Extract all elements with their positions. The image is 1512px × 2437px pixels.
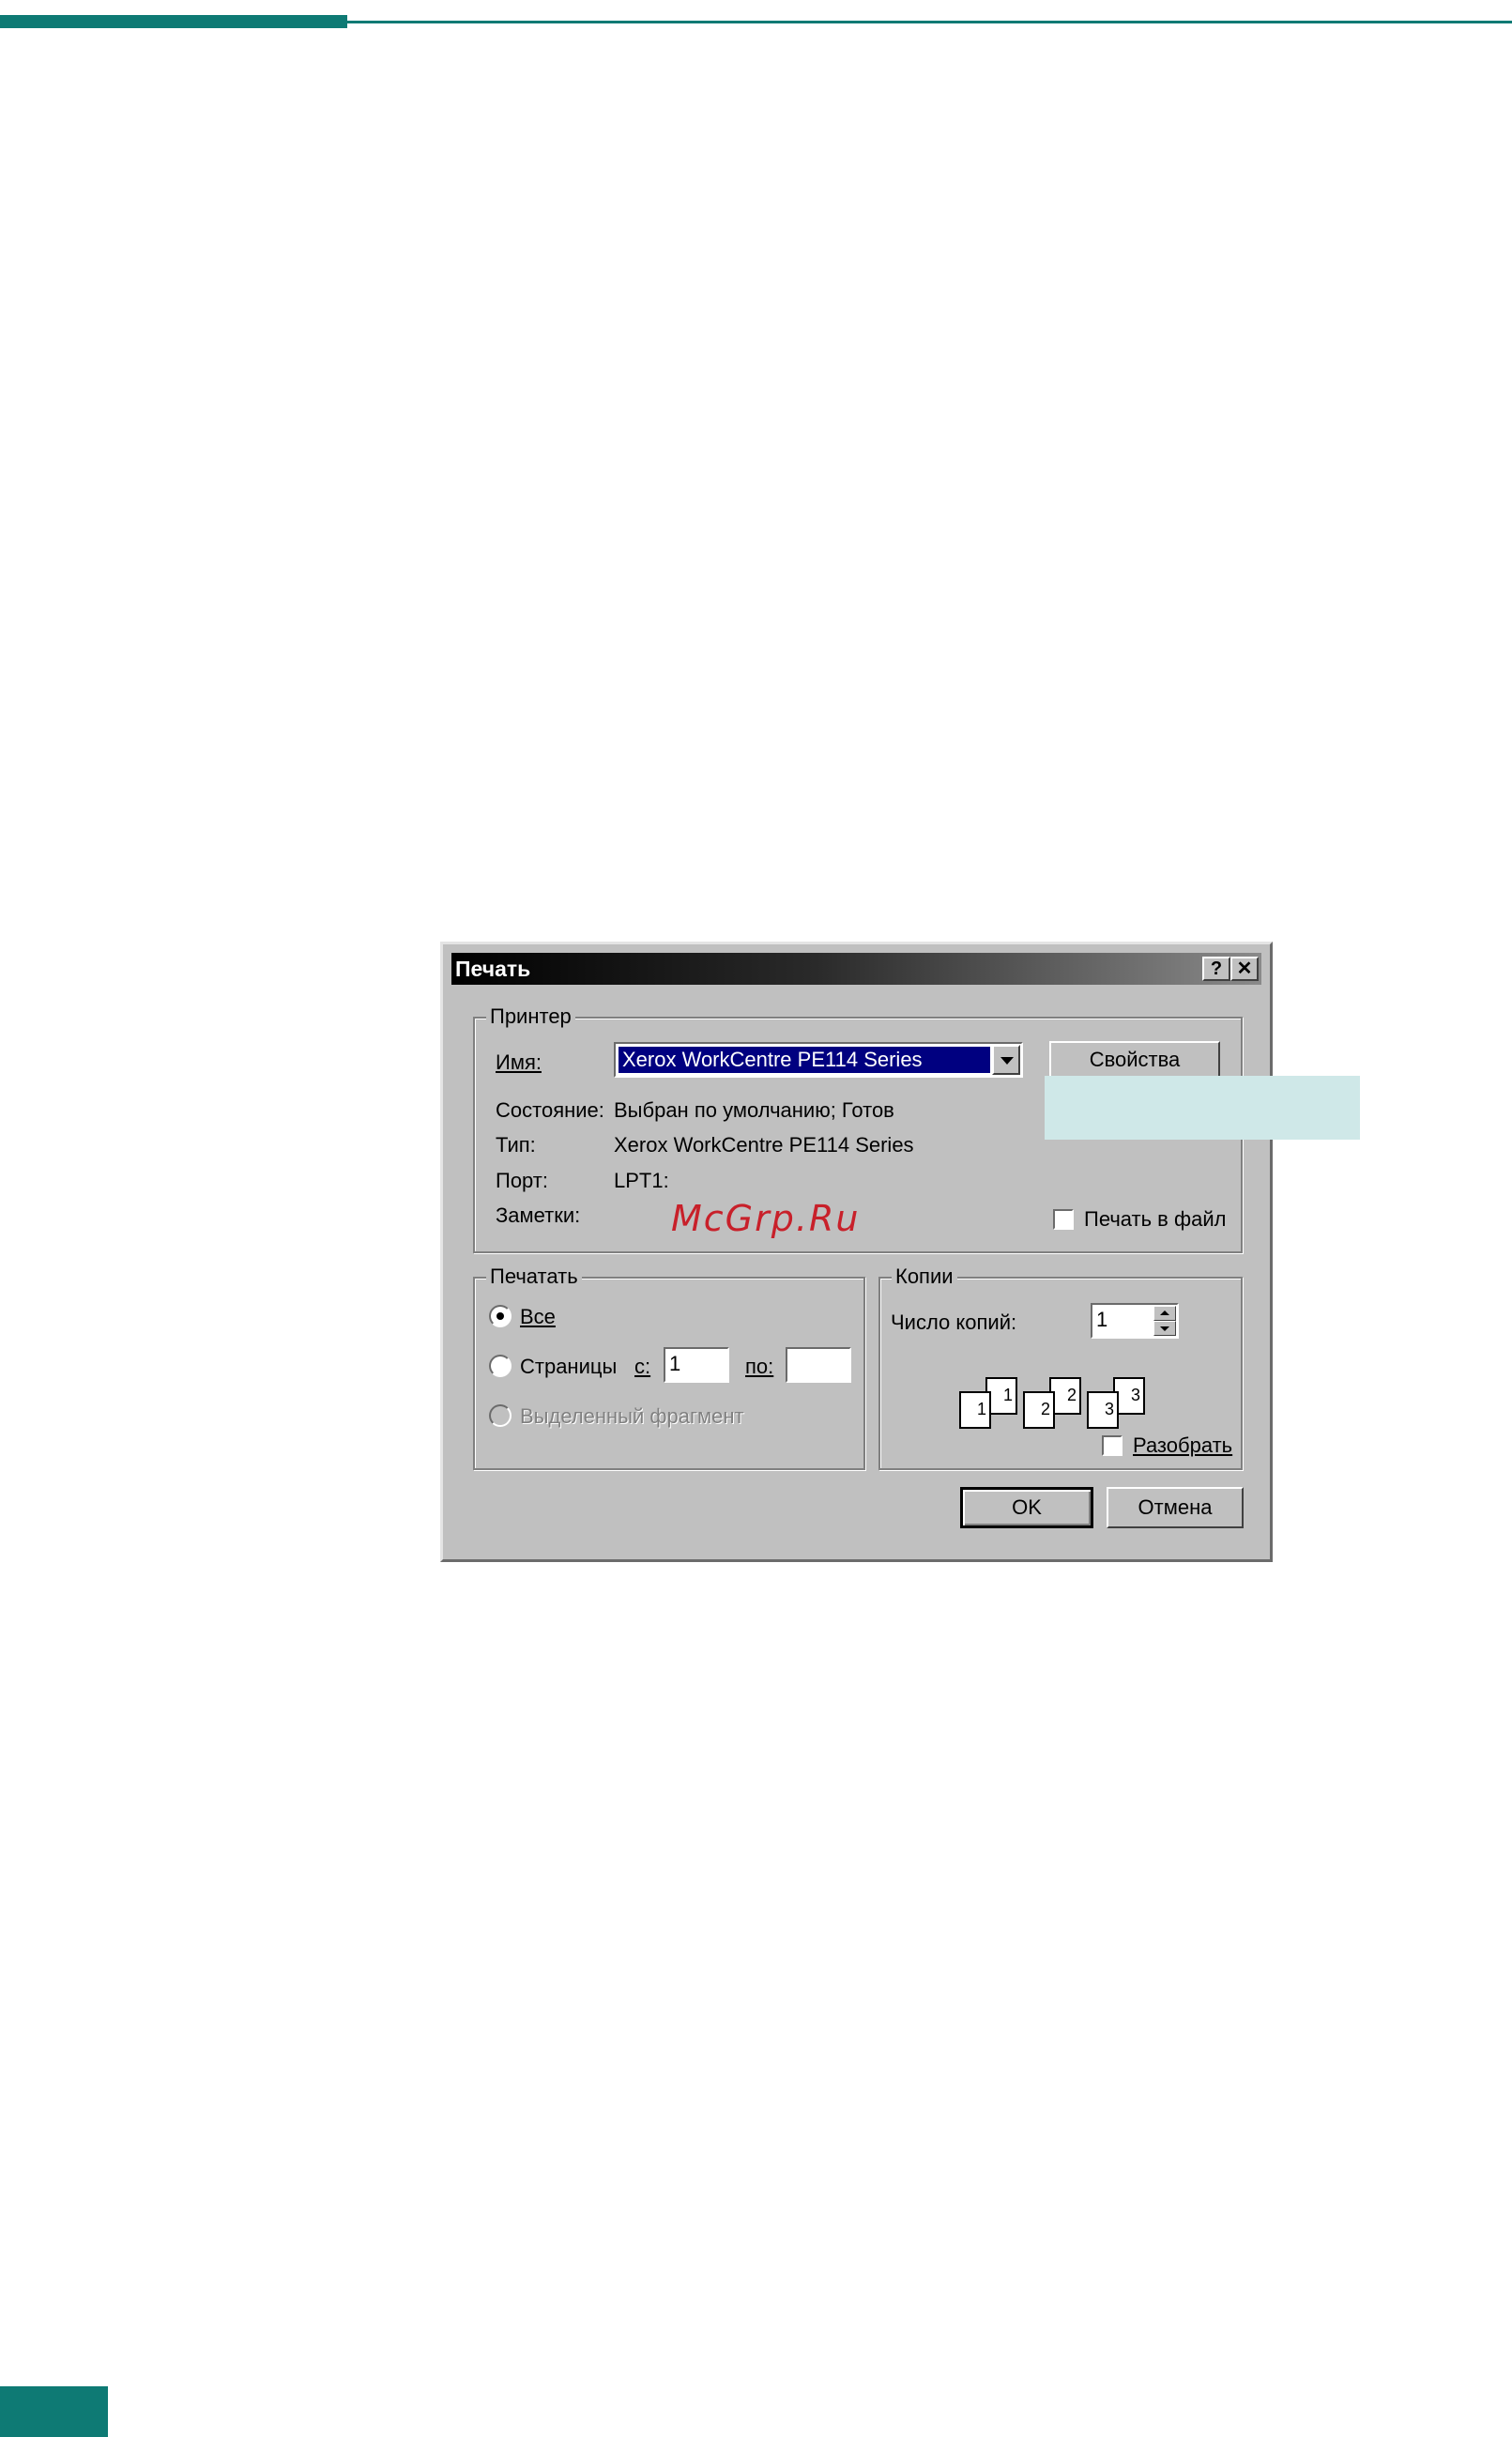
collate-label: Разобрать xyxy=(1133,1433,1233,1457)
port-value: LPT1: xyxy=(614,1169,669,1192)
copies-group-title: Копии xyxy=(892,1264,957,1289)
to-page-input[interactable] xyxy=(786,1347,851,1383)
radio-dot xyxy=(496,1312,504,1320)
type-value: Xerox WorkCentre PE114 Series xyxy=(614,1133,914,1157)
printer-name-label: Имя: xyxy=(496,1050,542,1074)
printer-name-select[interactable]: Xerox WorkCentre PE114 Series xyxy=(614,1042,1023,1078)
print-dialog: Печать ? ✕ Принтер Имя: Xerox WorkCentre… xyxy=(440,942,1273,1562)
header-rule xyxy=(347,21,1512,23)
range-all-label: Все xyxy=(520,1305,556,1328)
to-label: по: xyxy=(745,1355,774,1378)
range-group-title: Печатать xyxy=(486,1264,582,1289)
copies-spinner[interactable] xyxy=(1153,1306,1176,1336)
spin-down-icon[interactable] xyxy=(1153,1321,1176,1336)
dialog-title: Печать xyxy=(455,957,531,981)
radio-selection xyxy=(489,1404,512,1427)
watermark: McGrp.Ru xyxy=(671,1198,861,1239)
radio-pages[interactable] xyxy=(489,1355,512,1377)
type-label: Тип: xyxy=(496,1133,536,1157)
callout-box xyxy=(1045,1076,1360,1140)
print-to-file-checkbox[interactable] xyxy=(1053,1209,1074,1230)
spin-up-icon[interactable] xyxy=(1153,1306,1176,1321)
dialog-titlebar: Печать ? ✕ xyxy=(451,953,1261,985)
chevron-down-icon[interactable] xyxy=(992,1045,1020,1075)
footer-accent-block xyxy=(0,2386,108,2437)
collate-checkbox[interactable] xyxy=(1102,1435,1123,1456)
copies-count-value: 1 xyxy=(1096,1308,1108,1331)
range-pages-label: Страницы xyxy=(520,1355,618,1378)
collate-page: 3 xyxy=(1087,1391,1119,1429)
radio-all[interactable] xyxy=(489,1305,512,1327)
copies-count-label: Число копий: xyxy=(891,1310,1017,1334)
range-selection-label: Выделенный фрагмент xyxy=(520,1404,744,1428)
collate-page: 1 xyxy=(959,1391,991,1429)
printer-group-title: Принтер xyxy=(486,1004,575,1029)
notes-label: Заметки: xyxy=(496,1203,581,1227)
copies-count-input[interactable]: 1 xyxy=(1091,1303,1179,1339)
help-icon[interactable]: ? xyxy=(1202,957,1230,981)
status-label: Состояние: xyxy=(496,1098,604,1122)
from-label: с: xyxy=(634,1355,651,1378)
cancel-button[interactable]: Отмена xyxy=(1107,1487,1244,1528)
properties-button[interactable]: Свойства xyxy=(1049,1041,1220,1079)
collate-page: 2 xyxy=(1023,1391,1055,1429)
status-value: Выбран по умолчанию; Готов xyxy=(614,1098,894,1122)
ok-button[interactable]: OK xyxy=(960,1487,1093,1528)
from-page-input[interactable]: 1 xyxy=(664,1347,729,1383)
close-icon[interactable]: ✕ xyxy=(1230,957,1259,981)
printer-name-value: Xerox WorkCentre PE114 Series xyxy=(618,1046,991,1074)
port-label: Порт: xyxy=(496,1169,548,1192)
header-accent-bar xyxy=(0,15,347,28)
print-to-file-label: Печать в файл xyxy=(1084,1207,1227,1231)
